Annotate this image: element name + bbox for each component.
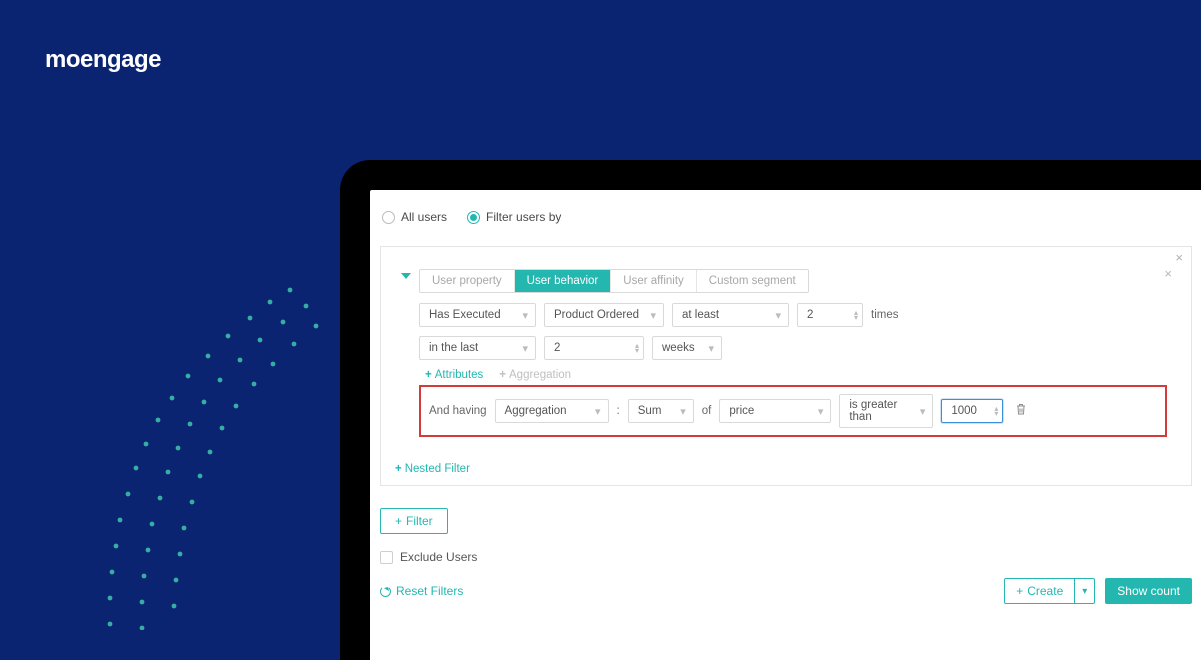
screen: All users Filter users by × × User prope… bbox=[370, 190, 1201, 660]
stepper-icon[interactable]: ▴▾ bbox=[992, 406, 1000, 416]
tab-user-affinity[interactable]: User affinity bbox=[611, 270, 697, 292]
add-aggregation-link[interactable]: +Aggregation bbox=[499, 369, 571, 381]
tab-custom-segment[interactable]: Custom segment bbox=[697, 270, 808, 292]
chevron-down-icon: ▾ bbox=[522, 342, 528, 355]
close-icon[interactable]: × bbox=[1164, 267, 1172, 280]
tab-user-behavior[interactable]: User behavior bbox=[515, 270, 612, 292]
chevron-down-icon: ▾ bbox=[522, 309, 528, 322]
chevron-down-icon: ▾ bbox=[775, 309, 781, 322]
device-frame: All users Filter users by × × User prope… bbox=[340, 160, 1201, 660]
show-count-button[interactable]: Show count bbox=[1105, 578, 1192, 604]
add-attributes-link[interactable]: +Attributes bbox=[425, 369, 483, 381]
radio-all-users-label: All users bbox=[401, 210, 447, 224]
add-nested-filter-link[interactable]: +Nested Filter bbox=[395, 463, 470, 475]
aggregation-func-select[interactable]: Sum▾ bbox=[628, 399, 694, 423]
range-value-input[interactable]: 2 ▴▾ bbox=[544, 336, 644, 360]
filter-type-tabs: User property User behavior User affinit… bbox=[419, 269, 809, 293]
event-select[interactable]: Product Ordered▾ bbox=[544, 303, 664, 327]
and-having-label: And having bbox=[429, 405, 487, 417]
range-select[interactable]: in the last▾ bbox=[419, 336, 536, 360]
radio-filter-users-label: Filter users by bbox=[486, 210, 561, 224]
exclude-users-checkbox[interactable] bbox=[380, 551, 393, 564]
filter-block: × × User property User behavior User aff… bbox=[380, 246, 1192, 486]
of-label: of bbox=[702, 405, 712, 417]
reset-icon bbox=[380, 586, 391, 597]
colon: : bbox=[617, 405, 620, 417]
stepper-icon[interactable]: ▴▾ bbox=[633, 343, 641, 353]
trash-icon[interactable] bbox=[1015, 403, 1027, 419]
chevron-down-icon: ▾ bbox=[708, 342, 714, 355]
create-dropdown[interactable]: ▾ bbox=[1074, 579, 1094, 603]
aggregation-attr-select[interactable]: price▾ bbox=[719, 399, 831, 423]
chevron-down-icon: ▾ bbox=[650, 309, 656, 322]
filter-rule: × User property User behavior User affin… bbox=[395, 261, 1177, 449]
count-input[interactable]: 2 ▴▾ bbox=[797, 303, 863, 327]
create-button-group: +Create ▾ bbox=[1004, 578, 1095, 604]
chevron-down-icon: ▾ bbox=[680, 405, 686, 418]
chevron-down-icon: ▾ bbox=[818, 405, 824, 418]
times-label: times bbox=[871, 309, 898, 321]
collapse-icon[interactable] bbox=[401, 273, 411, 279]
exclude-users-label: Exclude Users bbox=[400, 550, 477, 564]
radio-all-users[interactable]: All users bbox=[382, 210, 447, 224]
chevron-down-icon: ▾ bbox=[595, 405, 601, 418]
reset-filters-link[interactable]: Reset Filters bbox=[380, 584, 463, 598]
decorative-dots bbox=[60, 280, 340, 630]
radio-filter-users[interactable]: Filter users by bbox=[467, 210, 561, 224]
brand-logo: moengage bbox=[45, 46, 161, 74]
create-button[interactable]: +Create bbox=[1005, 579, 1074, 603]
unit-select[interactable]: weeks▾ bbox=[652, 336, 722, 360]
chevron-down-icon: ▾ bbox=[1082, 586, 1087, 597]
aggregation-type-select[interactable]: Aggregation▾ bbox=[495, 399, 609, 423]
chevron-down-icon: ▾ bbox=[920, 405, 926, 418]
tab-user-property[interactable]: User property bbox=[420, 270, 515, 292]
aggregation-row: And having Aggregation▾ : Sum▾ of price▾ bbox=[419, 385, 1167, 437]
plus-icon: + bbox=[395, 514, 402, 528]
plus-icon: + bbox=[425, 369, 432, 381]
stepper-icon[interactable]: ▴▾ bbox=[852, 310, 860, 320]
filter-button[interactable]: + Filter bbox=[380, 508, 448, 534]
aggregation-value-input[interactable]: 1000 ▴▾ bbox=[941, 399, 1003, 423]
plus-icon: + bbox=[395, 463, 402, 475]
plus-icon: + bbox=[1016, 584, 1023, 598]
plus-icon: + bbox=[499, 369, 506, 381]
executed-select[interactable]: Has Executed▾ bbox=[419, 303, 536, 327]
comparator-select[interactable]: at least▾ bbox=[672, 303, 789, 327]
aggregation-op-select[interactable]: is greater than▾ bbox=[839, 394, 933, 428]
